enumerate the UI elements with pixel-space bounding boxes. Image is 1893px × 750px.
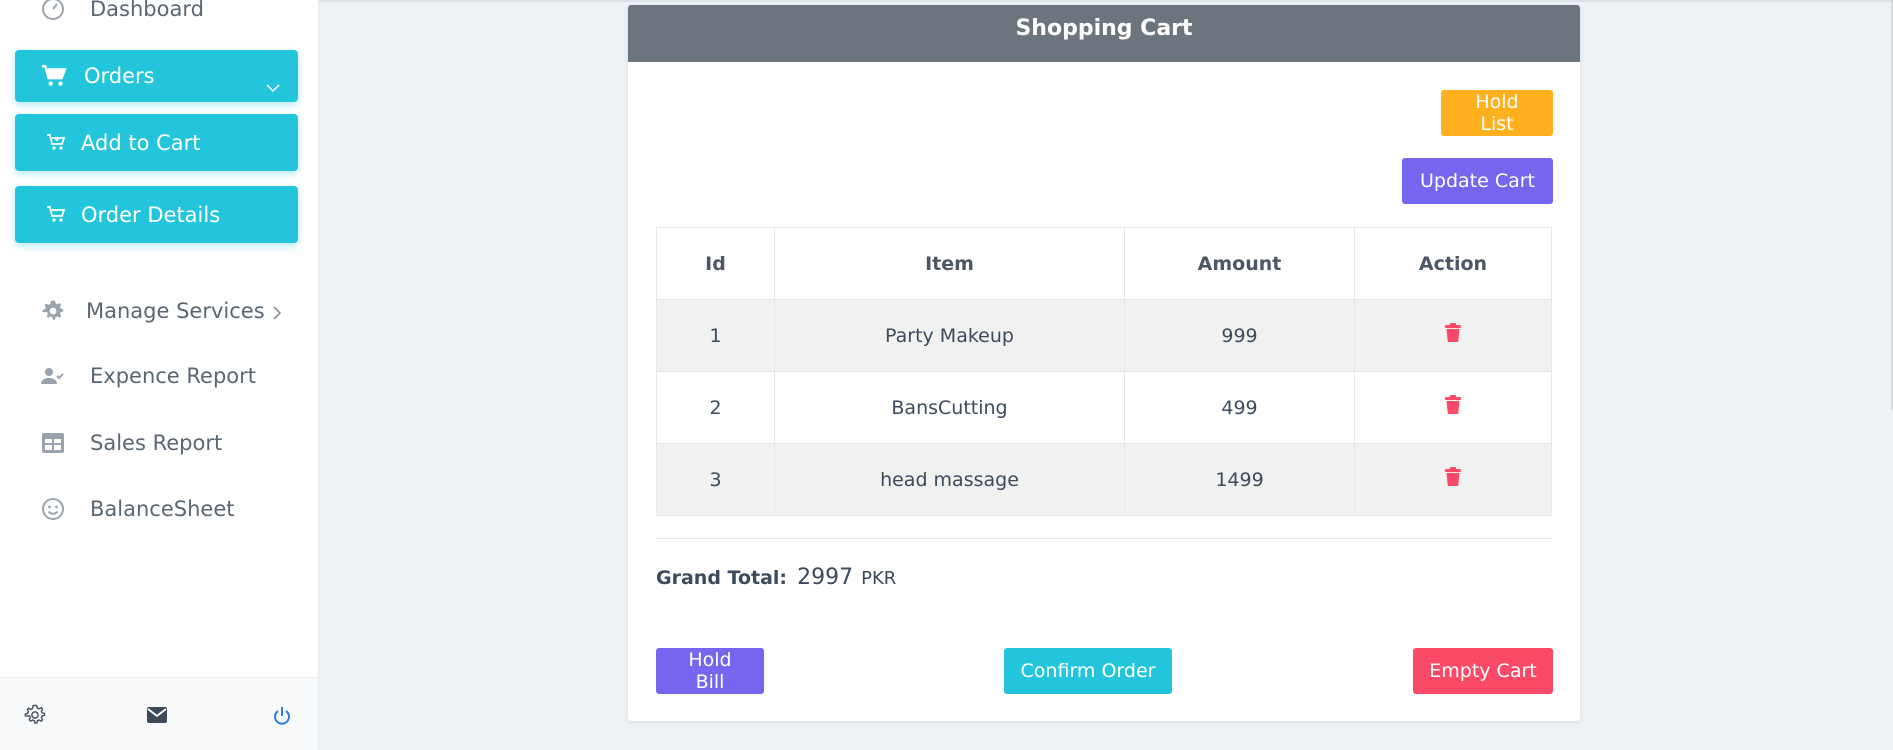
- cell-id: 1: [656, 299, 775, 372]
- smiley-icon: [40, 496, 66, 522]
- sidebar-item-label: Dashboard: [90, 0, 204, 21]
- cell-id: 3: [656, 443, 775, 516]
- sidebar: Dashboard Orders Add to Cart Order Detai…: [0, 0, 319, 750]
- sidebar-item-expence-report[interactable]: Expence Report: [40, 363, 256, 389]
- cell-item: Party Makeup: [774, 299, 1125, 372]
- grand-total-currency: PKR: [861, 568, 897, 589]
- cell-action: [1354, 371, 1552, 444]
- cart-plus-icon: [45, 132, 67, 154]
- cart-table: Id Item Amount Action 1 Party Makeup 999…: [656, 227, 1552, 516]
- settings-icon[interactable]: [24, 704, 46, 726]
- update-cart-button[interactable]: Update Cart: [1402, 158, 1553, 204]
- cell-amount: 499: [1124, 371, 1355, 444]
- chevron-down-icon: [266, 74, 280, 98]
- sidebar-item-label: Expence Report: [90, 364, 257, 388]
- cart-outline-icon: [45, 204, 67, 226]
- table-row: 3 head massage 1499: [656, 443, 1552, 516]
- sidebar-item-label: BalanceSheet: [90, 497, 235, 521]
- cell-item: head massage: [774, 443, 1125, 516]
- sidebar-item-sales-report[interactable]: Sales Report: [40, 430, 222, 456]
- sidebar-item-dashboard[interactable]: Dashboard: [40, 0, 204, 22]
- chevron-right-icon: [272, 302, 282, 326]
- cell-action: [1354, 443, 1552, 516]
- sidebar-item-manage-services[interactable]: Manage Services: [40, 298, 282, 324]
- sidebar-item-label: Orders: [84, 64, 155, 88]
- sidebar-footer: [0, 677, 318, 750]
- sidebar-item-balancesheet[interactable]: BalanceSheet: [40, 496, 234, 522]
- column-header-amount: Amount: [1124, 227, 1355, 300]
- divider: [656, 538, 1552, 539]
- mail-icon[interactable]: [146, 706, 168, 728]
- cell-amount: 1499: [1124, 443, 1355, 516]
- column-header-action: Action: [1354, 227, 1552, 300]
- cell-action: [1354, 299, 1552, 372]
- sidebar-item-orders[interactable]: Orders: [15, 50, 298, 102]
- shopping-cart-card: Shopping Cart Hold List Update Cart Id I…: [628, 5, 1580, 721]
- sidebar-item-label: Manage Services: [86, 299, 265, 323]
- table-row: 2 BansCutting 499: [656, 371, 1552, 444]
- trash-icon[interactable]: [1445, 395, 1461, 420]
- confirm-order-button[interactable]: Confirm Order: [1004, 648, 1172, 694]
- hold-list-button[interactable]: Hold List: [1441, 90, 1553, 136]
- grand-total: Grand Total: 2997 PKR: [656, 565, 896, 590]
- order-details-button[interactable]: Order Details: [15, 186, 298, 243]
- cell-item: BansCutting: [774, 371, 1125, 444]
- cart-icon: [40, 65, 68, 87]
- cell-amount: 999: [1124, 299, 1355, 372]
- table-header-row: Id Item Amount Action: [656, 227, 1552, 300]
- card-title: Shopping Cart: [628, 5, 1580, 62]
- table-row: 1 Party Makeup 999: [656, 299, 1552, 372]
- power-icon[interactable]: [272, 706, 294, 728]
- trash-icon[interactable]: [1445, 323, 1461, 348]
- grand-total-label: Grand Total:: [656, 567, 788, 589]
- empty-cart-button[interactable]: Empty Cart: [1413, 648, 1553, 694]
- add-to-cart-button[interactable]: Add to Cart: [15, 114, 298, 171]
- hold-bill-button[interactable]: Hold Bill: [656, 648, 764, 694]
- user-check-icon: [40, 363, 66, 389]
- order-details-label: Order Details: [81, 202, 221, 227]
- trash-icon[interactable]: [1445, 467, 1461, 492]
- column-header-item: Item: [774, 227, 1125, 300]
- grand-total-value: 2997: [797, 565, 854, 590]
- add-to-cart-label: Add to Cart: [81, 130, 201, 155]
- column-header-id: Id: [656, 227, 775, 300]
- gear-icon: [40, 298, 66, 324]
- dashboard-icon: [40, 0, 66, 22]
- sidebar-item-label: Sales Report: [90, 431, 223, 455]
- cell-id: 2: [656, 371, 775, 444]
- table-icon: [40, 430, 66, 456]
